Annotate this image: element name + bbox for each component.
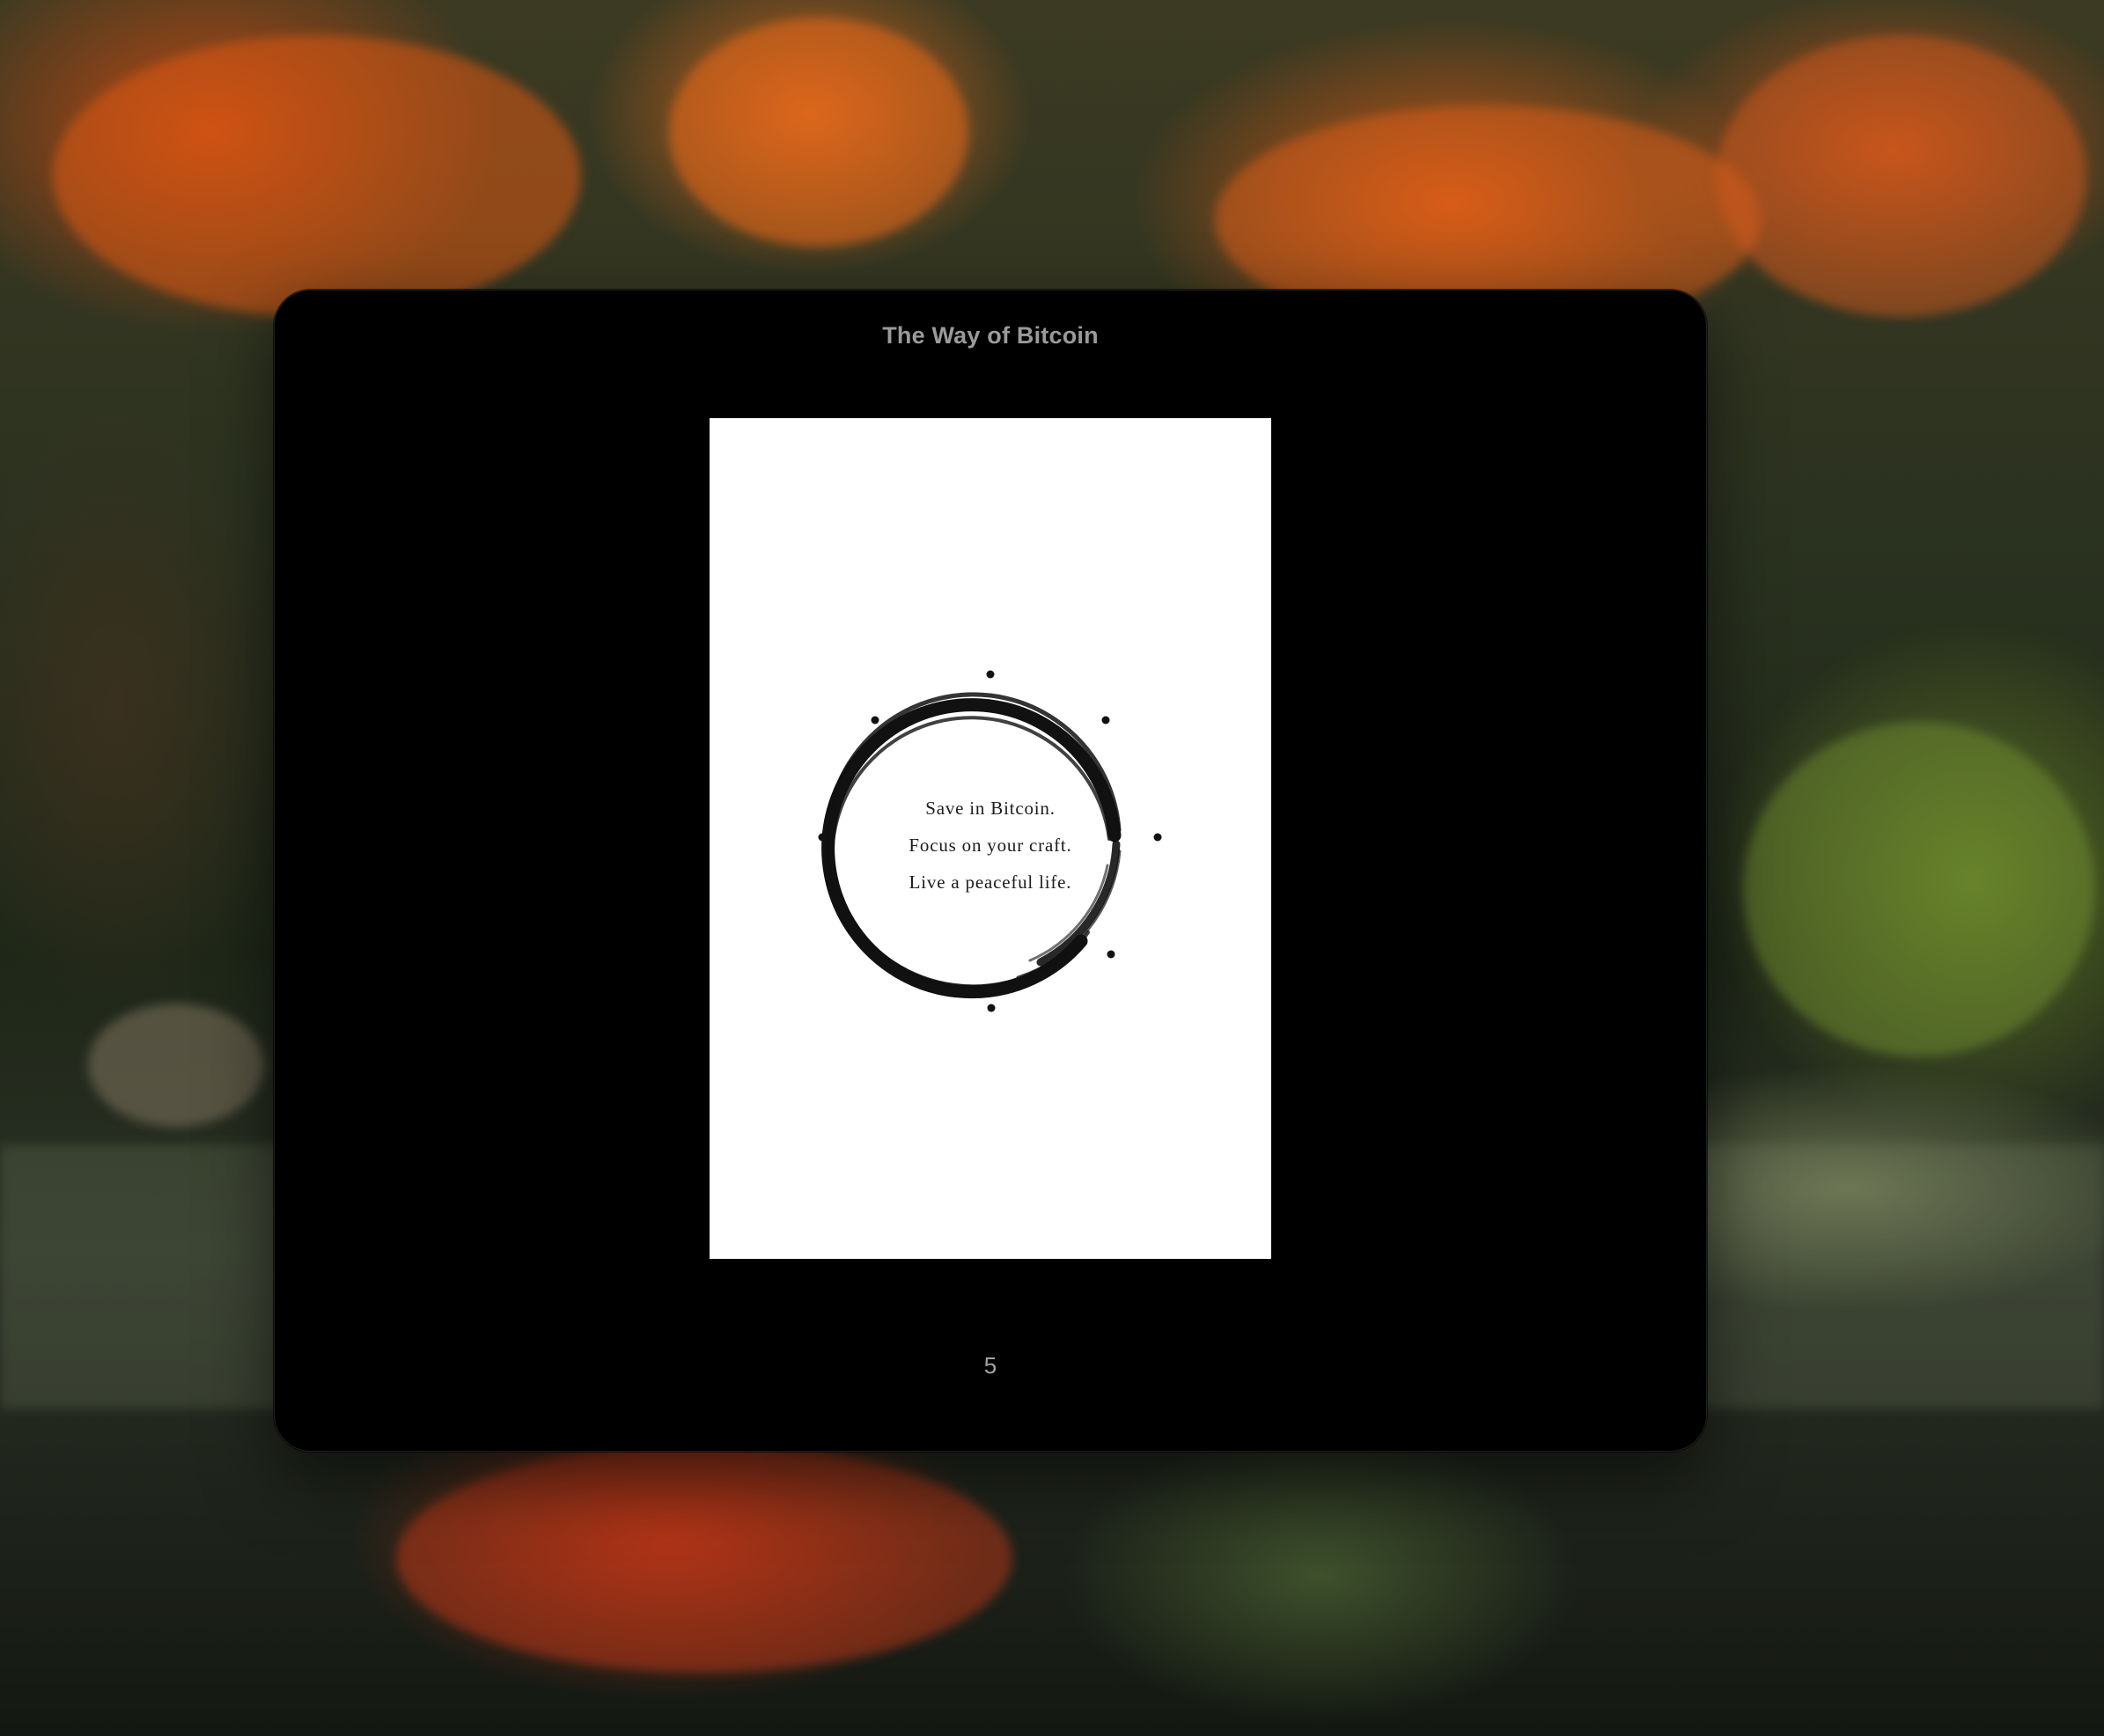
wallpaper-foliage (53, 35, 581, 317)
motto-line: Focus on your craft. (909, 835, 1072, 856)
book-reader-window[interactable]: The Way of Bitcoin Save in Bitcoin. Focu… (274, 290, 1707, 1452)
wallpaper-reflection (396, 1444, 1012, 1673)
wallpaper-foliage (1743, 722, 2095, 1056)
wallpaper-rock (88, 1004, 264, 1127)
wallpaper-foliage (669, 18, 968, 246)
window-title: The Way of Bitcoin (882, 322, 1099, 349)
page-number: 5 (983, 1352, 997, 1379)
book-page[interactable]: Save in Bitcoin. Focus on your craft. Li… (710, 418, 1271, 1259)
enso-illustration: Save in Bitcoin. Focus on your craft. Li… (810, 663, 1171, 1024)
titlebar[interactable]: The Way of Bitcoin (275, 291, 1706, 387)
motto-line: Live a peaceful life. (909, 872, 1072, 893)
motto-line: Save in Bitcoin. (925, 798, 1056, 819)
motto-text: Save in Bitcoin. Focus on your craft. Li… (810, 790, 1171, 901)
wallpaper-foliage (1717, 35, 2086, 317)
